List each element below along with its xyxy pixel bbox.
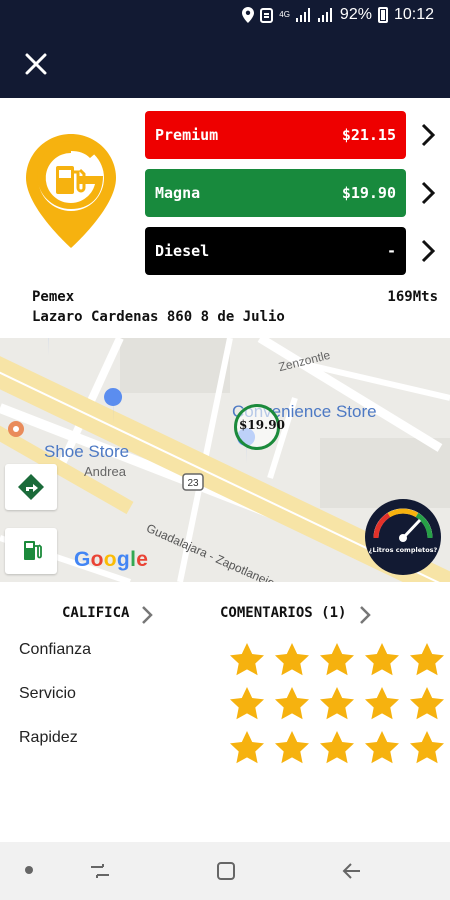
poi-label: Shoe Store bbox=[44, 442, 130, 461]
star-icon[interactable] bbox=[408, 729, 446, 767]
star-icon[interactable] bbox=[273, 729, 311, 767]
network-type: 4G bbox=[279, 10, 290, 19]
back-icon[interactable] bbox=[340, 859, 364, 883]
star-icon[interactable] bbox=[273, 641, 311, 679]
close-icon bbox=[25, 53, 47, 75]
battery-percent: 92% bbox=[339, 6, 372, 23]
gauge-text: ¿Litros completos? bbox=[369, 546, 438, 554]
status-icons: 4G 92% 10:12 bbox=[242, 0, 434, 30]
fuel-pump-icon bbox=[24, 541, 42, 560]
directions-icon bbox=[18, 474, 44, 500]
ratings-tabs: CALIFICA COMENTARIOS (1) bbox=[0, 600, 450, 632]
star-icon[interactable] bbox=[228, 729, 266, 767]
liters-gauge-button[interactable]: ¿Litros completos? bbox=[364, 498, 442, 576]
close-button[interactable] bbox=[20, 48, 52, 80]
fuel-price: - bbox=[386, 242, 396, 260]
chevron-right-icon[interactable] bbox=[140, 604, 154, 626]
rating-label-servicio: Servicio bbox=[19, 685, 76, 702]
star-icon[interactable] bbox=[363, 641, 401, 679]
star-icon[interactable] bbox=[318, 685, 356, 723]
star-icon[interactable] bbox=[228, 641, 266, 679]
notification-icon bbox=[260, 7, 274, 23]
marker-price: $19.90 bbox=[239, 418, 285, 432]
home-icon[interactable] bbox=[214, 859, 238, 883]
directions-button[interactable] bbox=[5, 464, 57, 510]
fuel-name: Premium bbox=[155, 126, 219, 144]
chevron-right-icon[interactable] bbox=[418, 237, 438, 265]
star-icon[interactable] bbox=[228, 685, 266, 723]
status-bar: 4G 92% 10:12 bbox=[0, 0, 450, 30]
fuel-price: $19.90 bbox=[341, 184, 396, 202]
fuel-price: $21.15 bbox=[341, 126, 396, 144]
app-bar bbox=[0, 30, 450, 98]
star-icon[interactable] bbox=[273, 685, 311, 723]
map-view[interactable]: 23 Zenzontle Shoe Store Andrea Convenien… bbox=[0, 338, 450, 582]
signal-icon-2 bbox=[317, 8, 332, 22]
fuel-name: Diesel bbox=[155, 242, 210, 260]
chevron-right-icon[interactable] bbox=[358, 604, 372, 626]
star-icon[interactable] bbox=[408, 641, 446, 679]
star-icon[interactable] bbox=[363, 729, 401, 767]
price-row-premium[interactable]: Premium $21.15 bbox=[145, 111, 406, 159]
station-brand: Pemex bbox=[32, 289, 75, 305]
fuel-name: Magna bbox=[155, 184, 201, 202]
rating-stars-rapidez[interactable] bbox=[228, 729, 446, 769]
highway-shield-label: 23 bbox=[187, 478, 199, 489]
price-row-magna[interactable]: Magna $19.90 bbox=[145, 169, 406, 217]
area-label: Andrea bbox=[84, 464, 126, 479]
star-icon[interactable] bbox=[318, 729, 356, 767]
station-logo-icon bbox=[26, 134, 116, 248]
location-icon bbox=[242, 7, 255, 23]
station-address: Lazaro Cardenas 860 8 de Julio bbox=[32, 309, 285, 325]
tab-comentarios[interactable]: COMENTARIOS (1) bbox=[220, 605, 346, 621]
tab-califica[interactable]: CALIFICA bbox=[62, 605, 129, 621]
google-logo: Google bbox=[74, 548, 149, 571]
rating-label-rapidez: Rapidez bbox=[19, 729, 78, 746]
station-distance: 169Mts bbox=[387, 289, 438, 305]
rating-stars-confianza[interactable] bbox=[228, 641, 446, 681]
chevron-right-icon[interactable] bbox=[418, 179, 438, 207]
nav-dot-icon[interactable] bbox=[25, 866, 33, 874]
chevron-right-icon[interactable] bbox=[418, 121, 438, 149]
signal-icon bbox=[295, 8, 310, 22]
star-icon[interactable] bbox=[408, 685, 446, 723]
clock: 10:12 bbox=[393, 6, 434, 23]
recent-apps-icon[interactable] bbox=[88, 859, 112, 883]
star-icon[interactable] bbox=[363, 685, 401, 723]
rating-stars-servicio[interactable] bbox=[228, 685, 446, 725]
battery-icon bbox=[377, 7, 388, 23]
rating-label-confianza: Confianza bbox=[19, 641, 92, 658]
system-nav-bar bbox=[0, 842, 450, 900]
price-row-diesel[interactable]: Diesel - bbox=[145, 227, 406, 275]
star-icon[interactable] bbox=[318, 641, 356, 679]
fuel-filter-button[interactable] bbox=[5, 528, 57, 574]
